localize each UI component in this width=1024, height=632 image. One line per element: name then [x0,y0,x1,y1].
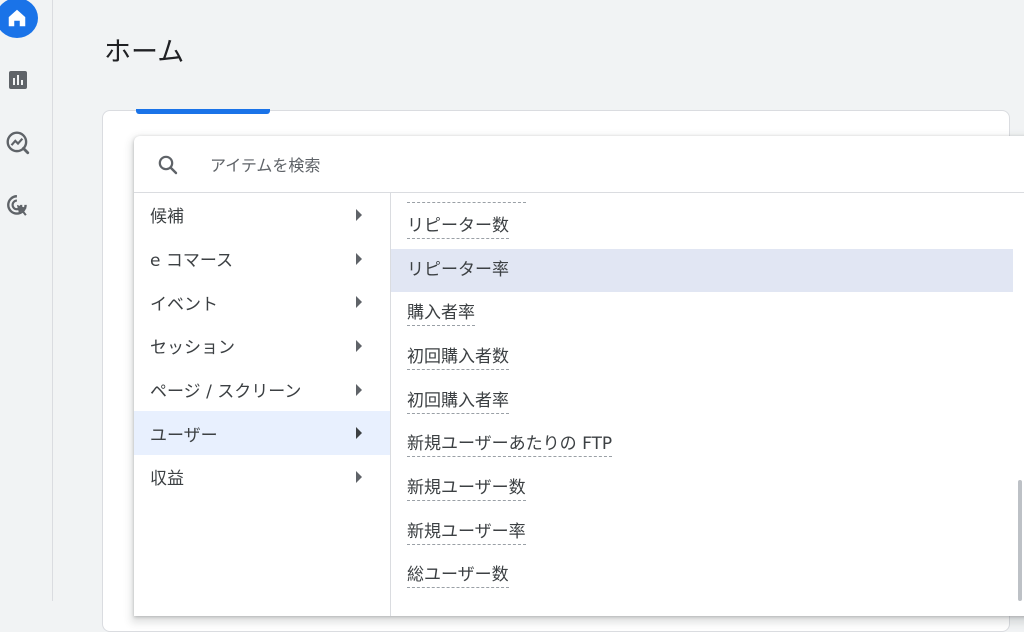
chevron-right-icon [356,339,362,352]
metric-label: 購入者率 [407,302,475,327]
advertising-button[interactable] [0,188,36,224]
metric-label: 初回購入者数 [407,346,509,370]
category-item-candidates[interactable]: 候補 [134,193,390,237]
metric-item-partial: ——————— [391,193,1024,205]
category-label: イベント [150,294,218,315]
reports-button[interactable] [0,62,36,98]
home-button[interactable] [0,0,38,38]
home-icon [8,9,26,27]
metric-label: リピーター率 [407,260,509,281]
category-label: セッション [150,338,235,359]
explore-icon [6,131,30,155]
metric-item[interactable]: 初回購入者数 [391,336,1024,380]
metric-label: リピーター数 [407,215,509,239]
chevron-right-icon [356,208,362,221]
metric-list: ——————— リピーター数 リピーター率 購入者率 初回購入者数 初回購入者率… [391,193,1024,616]
metric-item[interactable]: 新規ユーザー率 [391,511,1024,555]
category-list: 候補 e コマース イベント セッション ページ / スクリーン ユーザー 収益 [134,193,391,616]
page-title: ホーム [104,37,185,68]
category-item-event[interactable]: イベント [134,280,390,324]
category-label: 候補 [150,207,184,228]
category-label: ページ / スクリーン [150,382,302,403]
explore-button[interactable] [0,125,36,161]
category-item-revenue[interactable]: 収益 [134,455,390,499]
search-icon [156,153,180,181]
navigation-rail [0,0,53,601]
metric-label: 新規ユーザー数 [407,477,526,501]
search-bar [134,136,1024,193]
metric-picker-dropdown: 候補 e コマース イベント セッション ページ / スクリーン ユーザー 収益 [134,136,1024,616]
category-item-user[interactable]: ユーザー [134,411,390,456]
search-input[interactable] [208,150,812,180]
metric-label: 新規ユーザー率 [407,521,526,545]
chevron-right-icon [356,252,362,265]
category-item-page-screen[interactable]: ページ / スクリーン [134,368,390,412]
category-label: ユーザー [150,425,218,446]
metric-item[interactable]: リピーター数 [391,205,1024,249]
category-item-ecommerce[interactable]: e コマース [134,237,390,281]
metric-item[interactable]: 新規ユーザーあたりの FTP [391,423,1024,467]
advertising-icon [7,195,27,216]
metric-label: 新規ユーザーあたりの FTP [407,433,613,458]
category-item-session[interactable]: セッション [134,324,390,368]
scrollbar[interactable] [1018,480,1022,601]
metric-item[interactable]: 購入者率 [391,292,1024,336]
card-tab-indicator [136,109,270,114]
metric-item[interactable]: 初回購入者率 [391,380,1024,424]
metric-item[interactable]: 総ユーザー数 [391,555,1024,599]
category-label: e コマース [150,251,234,272]
category-label: 収益 [150,469,184,490]
chevron-right-icon [356,296,362,309]
chevron-right-icon [356,470,362,483]
metric-label: 初回購入者率 [407,390,509,414]
reports-icon [9,71,27,89]
metric-item-highlighted[interactable]: リピーター率 [391,248,1013,293]
metric-item[interactable]: 新規ユーザー数 [391,467,1024,511]
chevron-right-icon [356,383,362,396]
metric-label: 総ユーザー数 [407,564,509,589]
chevron-right-icon [356,427,362,440]
